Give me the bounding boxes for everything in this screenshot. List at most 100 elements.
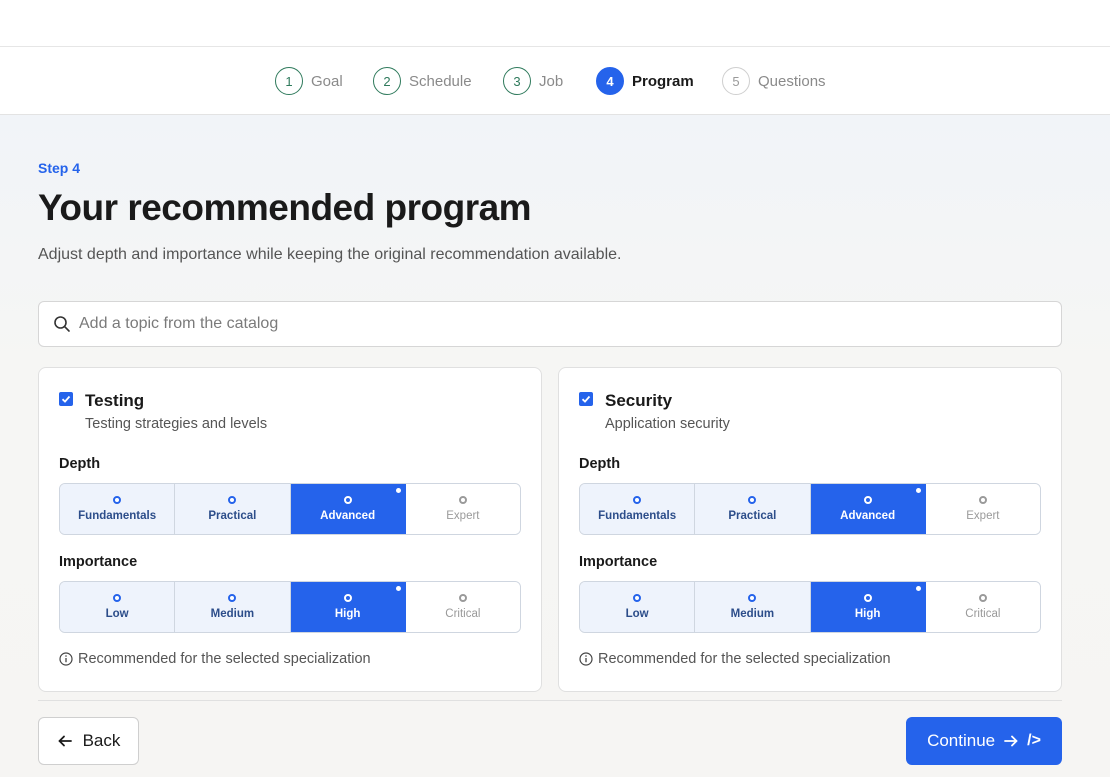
- option-label: Expert: [966, 510, 1000, 522]
- radio-dot-icon: [228, 594, 237, 602]
- page-title: Your recommended program: [38, 187, 532, 228]
- option-label: Practical: [728, 510, 777, 522]
- option-label: Low: [105, 608, 129, 620]
- radio-dot-icon: [343, 594, 352, 602]
- step-number: 4: [596, 67, 624, 95]
- step-eyebrow: Step 4: [38, 160, 81, 176]
- topic-name: Testing: [85, 391, 145, 410]
- option-label: Low: [625, 608, 649, 620]
- topic-card-security: Security Application security Depth Fund…: [558, 367, 1062, 692]
- radio-dot-icon: [458, 496, 467, 504]
- option-label: Critical: [445, 608, 481, 620]
- option-label: Expert: [446, 510, 480, 522]
- option-label: Fundamentals: [78, 510, 157, 522]
- back-button[interactable]: Back: [38, 717, 139, 765]
- check-icon: [61, 395, 71, 403]
- importance-option-medium[interactable]: Medium: [175, 582, 291, 632]
- step-questions[interactable]: 5 Questions: [722, 67, 826, 95]
- main-content: Step 4 Your recommended program Adjust d…: [0, 115, 1110, 777]
- option-label: Advanced: [320, 510, 376, 522]
- step-label: Program: [632, 72, 694, 90]
- info-icon: [579, 652, 593, 666]
- radio-dot-icon: [748, 496, 757, 504]
- depth-option-advanced[interactable]: Advanced: [290, 484, 406, 534]
- importance-option-low[interactable]: Low: [580, 582, 696, 632]
- option-label: Critical: [965, 608, 1001, 620]
- step-label: Questions: [758, 72, 826, 90]
- radio-dot-icon: [748, 594, 757, 602]
- topic-card-testing: Testing Testing strategies and levels De…: [38, 367, 542, 692]
- depth-option-fundamentals[interactable]: Fundamentals: [60, 484, 176, 534]
- topic-description: Application security: [605, 416, 730, 432]
- option-label: Medium: [210, 608, 255, 620]
- option-label: Advanced: [840, 510, 896, 522]
- option-label: High: [334, 608, 361, 620]
- note-text: Recommended for the selected specializat…: [78, 651, 371, 667]
- selected-marker-icon: [395, 488, 401, 493]
- radio-dot-icon: [863, 496, 872, 504]
- step-number: 5: [722, 67, 750, 95]
- radio-dot-icon: [343, 496, 352, 504]
- continue-button[interactable]: Continue />: [906, 717, 1062, 765]
- depth-option-expert[interactable]: Expert: [925, 484, 1040, 534]
- importance-option-high[interactable]: High: [290, 582, 406, 632]
- importance-selector: Low Medium High Critical: [59, 581, 521, 633]
- radio-dot-icon: [978, 496, 987, 504]
- depth-selector: Fundamentals Practical Advanced Expert: [59, 483, 521, 535]
- step-label: Job: [539, 72, 564, 90]
- step-label: Schedule: [409, 72, 472, 90]
- recommendation-note: Recommended for the selected specializat…: [59, 651, 371, 667]
- top-bar: [0, 0, 1110, 47]
- importance-option-high[interactable]: High: [810, 582, 926, 632]
- arrow-left-icon: [57, 733, 73, 749]
- search-icon: [53, 315, 71, 333]
- radio-dot-icon: [633, 594, 642, 602]
- radio-dot-icon: [228, 496, 237, 504]
- importance-option-critical[interactable]: Critical: [405, 582, 520, 632]
- importance-label: Importance: [59, 554, 138, 570]
- selected-marker-icon: [395, 586, 401, 591]
- radio-dot-icon: [113, 496, 122, 504]
- topic-checkbox[interactable]: [59, 392, 73, 406]
- importance-selector: Low Medium High Critical: [579, 581, 1041, 633]
- continue-suffix: />: [1027, 732, 1041, 749]
- depth-label: Depth: [579, 456, 621, 472]
- back-label: Back: [82, 731, 121, 750]
- selected-marker-icon: [915, 586, 921, 591]
- arrow-right-icon: [1003, 733, 1019, 749]
- note-text: Recommended for the selected specializat…: [598, 651, 891, 667]
- importance-option-low[interactable]: Low: [60, 582, 176, 632]
- step-label: Goal: [311, 72, 343, 90]
- step-program[interactable]: 4 Program: [596, 67, 694, 95]
- radio-dot-icon: [978, 594, 987, 602]
- topic-search[interactable]: [38, 301, 1062, 347]
- depth-option-practical[interactable]: Practical: [695, 484, 811, 534]
- radio-dot-icon: [113, 594, 122, 602]
- radio-dot-icon: [863, 594, 872, 602]
- option-label: Practical: [208, 510, 257, 522]
- depth-option-advanced[interactable]: Advanced: [810, 484, 926, 534]
- check-icon: [581, 395, 591, 403]
- option-label: High: [854, 608, 881, 620]
- recommendation-note: Recommended for the selected specializat…: [579, 651, 891, 667]
- topic-name: Security: [605, 391, 673, 410]
- progress-stepper: 1 Goal 2 Schedule 3 Job 4 Program 5 Ques…: [0, 47, 1110, 115]
- depth-option-expert[interactable]: Expert: [405, 484, 520, 534]
- depth-option-fundamentals[interactable]: Fundamentals: [580, 484, 696, 534]
- step-number: 2: [373, 67, 401, 95]
- importance-option-medium[interactable]: Medium: [695, 582, 811, 632]
- search-input[interactable]: [79, 315, 1061, 333]
- topic-checkbox[interactable]: [579, 392, 593, 406]
- step-goal[interactable]: 1 Goal: [275, 67, 343, 95]
- depth-option-practical[interactable]: Practical: [175, 484, 291, 534]
- importance-option-critical[interactable]: Critical: [925, 582, 1040, 632]
- continue-label: Continue: [927, 731, 996, 750]
- step-schedule[interactable]: 2 Schedule: [373, 67, 472, 95]
- step-job[interactable]: 3 Job: [503, 67, 563, 95]
- topic-description: Testing strategies and levels: [85, 416, 268, 432]
- selected-marker-icon: [915, 488, 921, 493]
- radio-dot-icon: [458, 594, 467, 602]
- radio-dot-icon: [633, 496, 642, 504]
- depth-selector: Fundamentals Practical Advanced Expert: [579, 483, 1041, 535]
- footer-divider: [38, 700, 1062, 701]
